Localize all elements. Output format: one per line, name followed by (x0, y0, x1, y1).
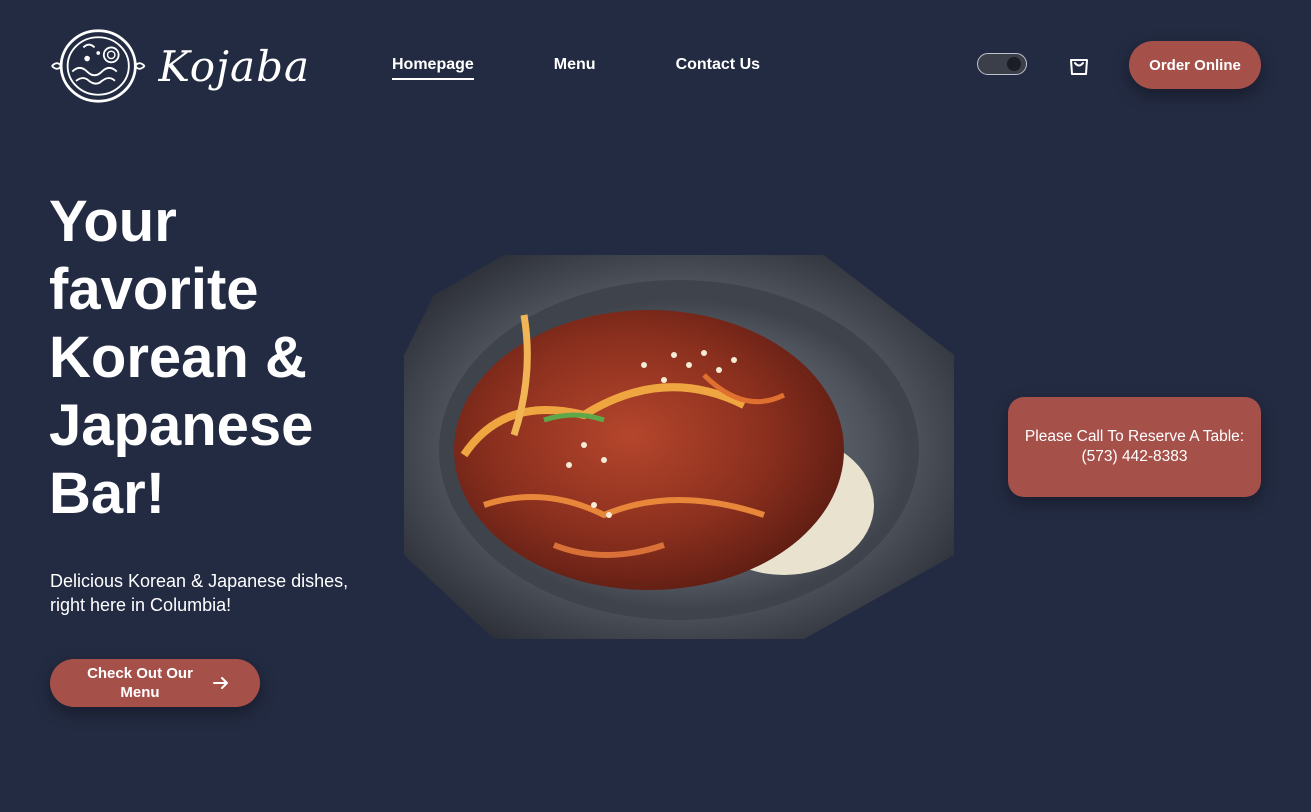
nav-item-contact-us[interactable]: Contact Us (676, 56, 760, 80)
check-menu-label: Check Out Our Menu (87, 665, 193, 701)
hero-subtitle: Delicious Korean & Japanese dishes, righ… (50, 571, 349, 615)
hero-title-line: Japanese (49, 393, 314, 458)
nav-item-menu[interactable]: Menu (554, 56, 596, 80)
shopping-bag-icon[interactable] (1066, 52, 1092, 78)
hero-title-line: favorite (49, 257, 259, 322)
hero-title-line: Korean & (49, 325, 307, 390)
stone-bowl-bulgogi-photo (404, 255, 954, 639)
brand-logo[interactable]: Kojaba (50, 24, 310, 108)
reserve-label: Please Call To Reserve A Table: (1024, 428, 1245, 445)
toggle-knob (1007, 57, 1021, 71)
brand-name: Kojaba (158, 41, 310, 91)
site-header: Kojaba Homepage Menu Contact Us Order On… (0, 0, 1311, 130)
check-menu-button[interactable]: Check Out Our Menu (50, 659, 260, 707)
bowl-icon (51, 29, 146, 103)
hero-title-line: Bar! (49, 461, 166, 526)
reserve-phone[interactable]: (573) 442-8383 (1082, 447, 1188, 467)
hero-title: Your favorite Korean & Japanese Bar! (49, 188, 369, 528)
toggle-switch-icon[interactable] (977, 53, 1027, 75)
reserve-table-card: Please Call To Reserve A Table: (573) 44… (1008, 397, 1261, 497)
nav-item-homepage[interactable]: Homepage (392, 56, 474, 80)
main-nav: Homepage Menu Contact Us (392, 56, 760, 80)
arrow-right-icon (213, 677, 228, 689)
order-online-button[interactable]: Order Online (1129, 41, 1261, 89)
hero-title-line: Your (49, 189, 177, 254)
